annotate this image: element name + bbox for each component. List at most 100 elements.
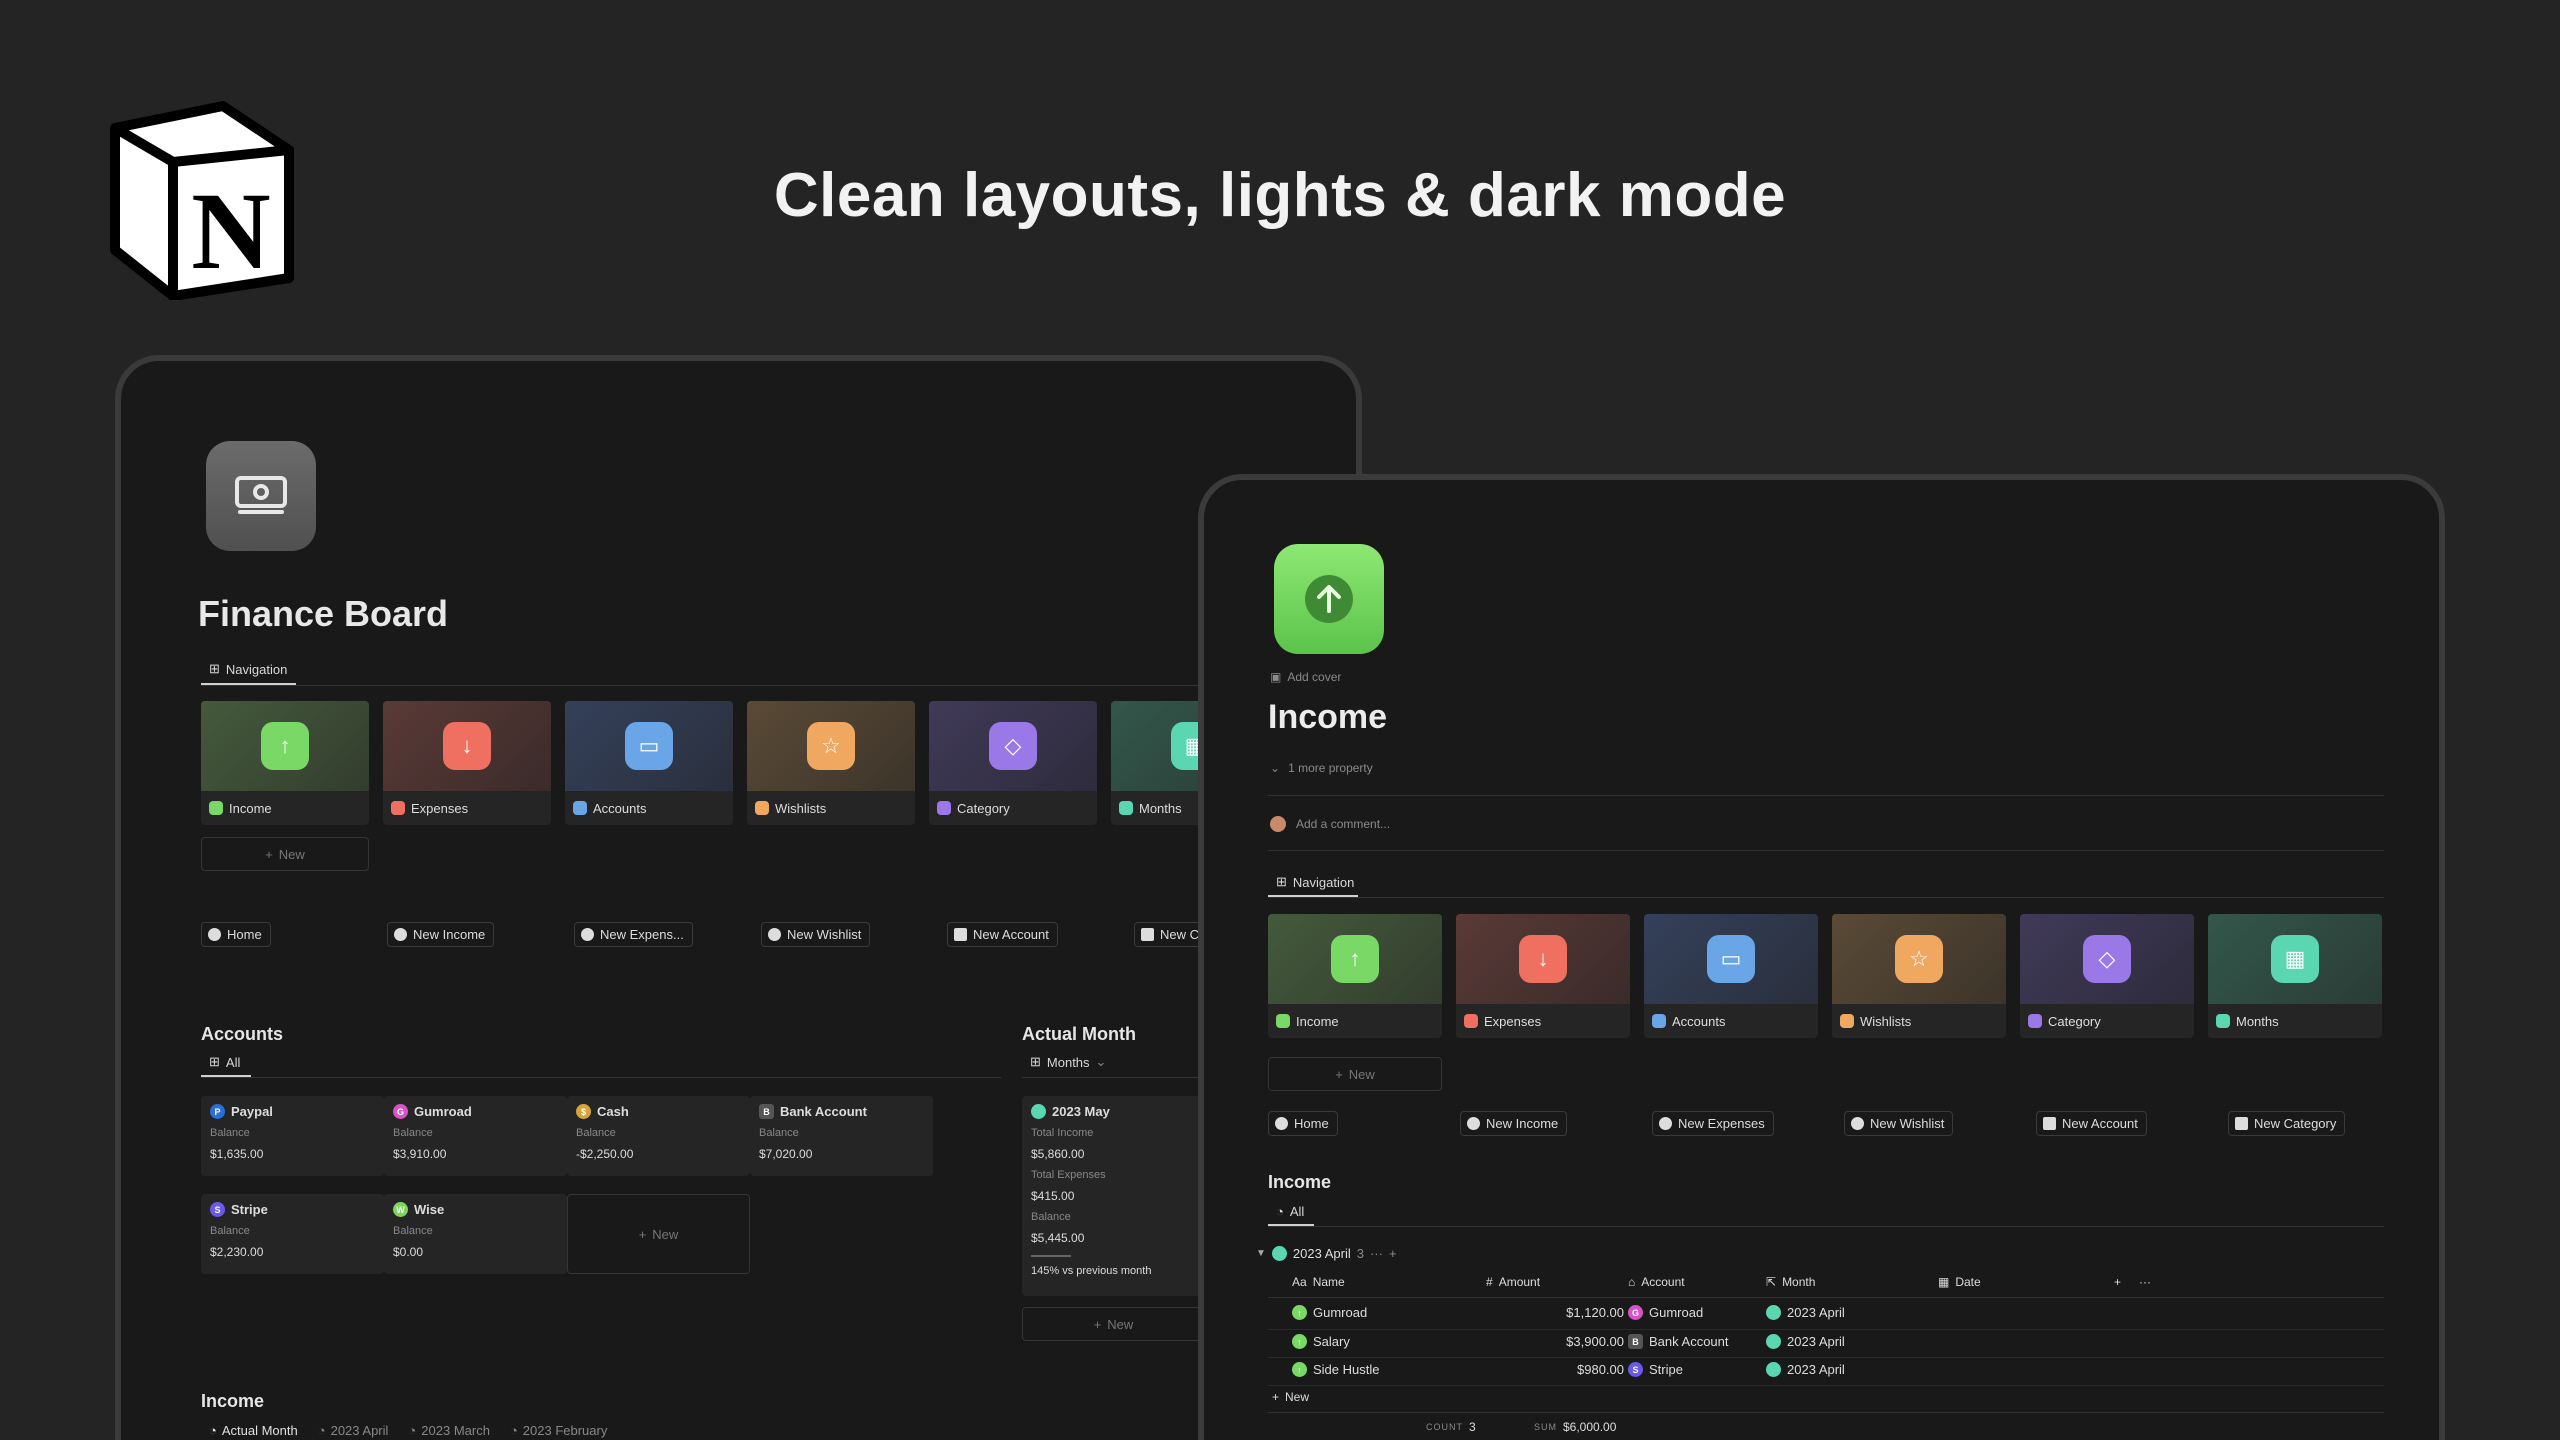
account-card[interactable]: S Stripe Balance $2,230.00 bbox=[201, 1194, 384, 1274]
more-property-toggle[interactable]: ⌄ 1 more property bbox=[1270, 761, 1373, 775]
nav-card-months[interactable]: ▦ Months bbox=[2208, 914, 2382, 1038]
month-cell[interactable]: 2023 April bbox=[1766, 1334, 1845, 1349]
col-month[interactable]: ⇱ Month bbox=[1766, 1275, 1815, 1289]
account-card[interactable]: G Gumroad Balance $3,910.00 bbox=[384, 1096, 567, 1176]
nav-card-accounts[interactable]: ▭ Accounts bbox=[1644, 914, 1818, 1038]
table-row[interactable]: ↑ Side Hustle bbox=[1292, 1362, 1379, 1377]
new-row-button[interactable]: + New bbox=[1272, 1390, 1309, 1404]
nav-card-category[interactable]: ◇ Category bbox=[2020, 914, 2194, 1038]
new-category-button[interactable]: New C bbox=[1134, 922, 1209, 947]
calendar-icon bbox=[1766, 1334, 1781, 1349]
account-card[interactable]: B Bank Account Balance $7,020.00 bbox=[750, 1096, 933, 1176]
calendar-icon bbox=[1031, 1104, 1046, 1119]
comment-field[interactable]: Add a comment... bbox=[1270, 816, 1390, 832]
account-card[interactable]: P Paypal Balance $1,635.00 bbox=[201, 1096, 384, 1176]
amount-cell: $980.00 bbox=[1577, 1362, 1624, 1377]
new-account-button[interactable]: New Account bbox=[947, 922, 1058, 947]
account-cell[interactable]: B Bank Account bbox=[1628, 1334, 1729, 1349]
table-row[interactable]: ↑ Salary bbox=[1292, 1334, 1350, 1349]
arrow-up-icon: ↑ bbox=[1292, 1334, 1307, 1349]
new-wishlist-button[interactable]: New Wishlist bbox=[761, 922, 871, 947]
home-button[interactable]: Home bbox=[201, 922, 271, 947]
nav-card-income[interactable]: ↑ Income bbox=[201, 701, 369, 825]
more-icon[interactable]: ··· bbox=[2139, 1275, 2151, 1289]
add-cover-button[interactable]: ▣ Add cover bbox=[1270, 670, 1341, 684]
account-cell[interactable]: G Gumroad bbox=[1628, 1305, 1703, 1320]
new-expenses-button[interactable]: New Expenses bbox=[1652, 1111, 1774, 1136]
add-column-icon[interactable]: + bbox=[2114, 1275, 2121, 1289]
arrow-down-icon: ↓ bbox=[443, 722, 491, 770]
col-amount[interactable]: # Amount bbox=[1486, 1275, 1540, 1289]
new-nav-button[interactable]: + New bbox=[201, 837, 369, 871]
group-header[interactable]: ▼ 2023 April 3 ··· + bbox=[1256, 1246, 1397, 1261]
arrow-down-icon bbox=[581, 928, 594, 941]
home-icon bbox=[208, 928, 221, 941]
tab-all-accounts[interactable]: ⊞ All bbox=[209, 1054, 240, 1070]
headline: Clean layouts, lights & dark mode bbox=[773, 161, 1787, 230]
tab-navigation[interactable]: ⊞ Navigation bbox=[1276, 874, 1354, 890]
star-icon: ☆ bbox=[1895, 935, 1943, 983]
arrow-down-icon bbox=[1659, 1117, 1672, 1130]
income-tabs: ◔ Actual Month ◔ 2023 April ◔ 2023 March ◔ 2… bbox=[209, 1423, 607, 1438]
nav-card-expenses[interactable]: ↓ Expenses bbox=[383, 701, 551, 825]
income-title: Income bbox=[201, 1391, 265, 1411]
account-card[interactable]: $ Cash Balance -$2,250.00 bbox=[567, 1096, 750, 1176]
col-name[interactable]: Aa Name bbox=[1292, 1275, 1345, 1289]
tab-navigation[interactable]: ⊞ Navigation bbox=[209, 661, 287, 677]
nav-gallery: ↑ Income ↓ Expenses ▭ Accounts ☆ Wishlis… bbox=[1268, 914, 2382, 1038]
month-cell[interactable]: 2023 April bbox=[1766, 1305, 1845, 1320]
nav-card-accounts[interactable]: ▭ Accounts bbox=[565, 701, 733, 825]
more-icon[interactable]: ··· bbox=[1370, 1246, 1383, 1261]
nav-card-expenses[interactable]: ↓ Expenses bbox=[1456, 914, 1630, 1038]
plus-icon: + bbox=[1093, 1316, 1102, 1332]
tab-months[interactable]: ⊞ Months ⌄ bbox=[1030, 1054, 1106, 1070]
chevron-down-icon: ⌄ bbox=[1270, 761, 1281, 775]
month-card[interactable]: 2023 May Total Income $5,860.00 Total Ex… bbox=[1022, 1096, 1205, 1296]
bookmark-icon bbox=[1141, 928, 1154, 941]
new-account-button[interactable]: New Account bbox=[2036, 1111, 2147, 1136]
gumroad-icon: G bbox=[1628, 1305, 1643, 1320]
tag-icon: ◇ bbox=[989, 722, 1037, 770]
nav-card-wishlists[interactable]: ☆ Wishlists bbox=[747, 701, 915, 825]
tab-2023-march[interactable]: ◔ 2023 March bbox=[408, 1423, 490, 1438]
gumroad-icon: G bbox=[393, 1104, 408, 1119]
clock-icon: ◔ bbox=[1276, 1204, 1284, 1219]
new-expenses-button[interactable]: New Expens... bbox=[574, 922, 693, 947]
new-account-card-button[interactable]: + New bbox=[567, 1194, 750, 1274]
plus-icon[interactable]: + bbox=[1389, 1246, 1397, 1261]
plus-icon: + bbox=[1272, 1390, 1280, 1404]
new-category-button[interactable]: New Category bbox=[2228, 1111, 2346, 1136]
bank-icon: B bbox=[759, 1104, 774, 1119]
arrow-up-icon: ↑ bbox=[1331, 935, 1379, 983]
calendar-icon bbox=[1271, 1246, 1287, 1261]
home-button[interactable]: Home bbox=[1268, 1111, 1338, 1136]
new-income-button[interactable]: New Income bbox=[387, 922, 495, 947]
col-date[interactable]: ▦ Date bbox=[1938, 1275, 1981, 1289]
col-account[interactable]: ⌂ Account bbox=[1628, 1275, 1685, 1289]
actual-month-title: Actual Month bbox=[1022, 1024, 1136, 1044]
tab-2023-april[interactable]: ◔ 2023 April bbox=[318, 1423, 389, 1438]
calendar-icon bbox=[1766, 1305, 1781, 1320]
arrow-up-icon bbox=[394, 928, 407, 941]
nav-card-category[interactable]: ◇ Category bbox=[929, 701, 1097, 825]
paypal-icon: P bbox=[210, 1104, 225, 1119]
tab-all[interactable]: ◔ All bbox=[1276, 1204, 1304, 1219]
month-cell[interactable]: 2023 April bbox=[1766, 1362, 1845, 1377]
new-nav-button[interactable]: + New bbox=[1268, 1057, 1442, 1091]
nav-card-wishlists[interactable]: ☆ Wishlists bbox=[1832, 914, 2006, 1038]
account-card[interactable]: W Wise Balance $0.00 bbox=[384, 1194, 567, 1274]
new-month-button[interactable]: + New bbox=[1022, 1307, 1205, 1341]
income-window: ▣ Add cover Income ⌄ 1 more property Add a… bbox=[1198, 474, 2445, 1440]
amount-cell: $1,120.00 bbox=[1566, 1305, 1624, 1320]
new-income-button[interactable]: New Income bbox=[1460, 1111, 1568, 1136]
wise-icon: W bbox=[393, 1202, 408, 1217]
income-section-title: Income bbox=[1268, 1172, 1332, 1192]
tab-actual-month[interactable]: ◔ Actual Month bbox=[209, 1423, 298, 1438]
nav-card-income[interactable]: ↑ Income bbox=[1268, 914, 1442, 1038]
count-summary: COUNT 3 bbox=[1426, 1420, 1476, 1434]
triangle-down-icon: ▼ bbox=[1256, 1248, 1266, 1259]
table-row[interactable]: ↑ Gumroad bbox=[1292, 1305, 1367, 1320]
account-cell[interactable]: S Stripe bbox=[1628, 1362, 1683, 1377]
new-wishlist-button[interactable]: New Wishlist bbox=[1844, 1111, 1954, 1136]
tab-2023-february[interactable]: ◔ 2023 February bbox=[510, 1423, 607, 1438]
